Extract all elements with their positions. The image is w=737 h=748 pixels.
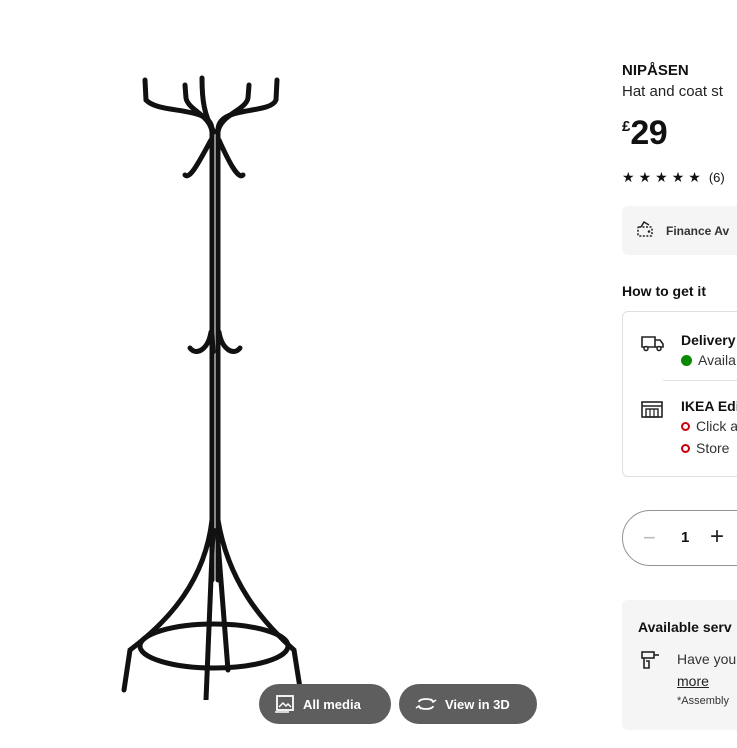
services-more-link[interactable]: more xyxy=(677,673,709,689)
wallet-icon xyxy=(636,220,656,241)
divider xyxy=(663,380,737,381)
product-image-coat-stand[interactable] xyxy=(100,60,320,700)
star-icon: ★ xyxy=(622,169,635,185)
store-icon xyxy=(641,400,663,423)
delivery-status: Availa xyxy=(681,352,736,368)
price-amount: 29 xyxy=(630,114,668,152)
services-title: Available serv xyxy=(638,619,732,635)
rating-stars[interactable]: ★ ★ ★ ★ ★ (6) xyxy=(622,169,725,185)
view-in-3d-button[interactable]: View in 3D xyxy=(399,684,537,724)
all-media-button[interactable]: All media xyxy=(259,684,391,724)
store-stock-text: Store xyxy=(696,440,730,456)
how-to-get-it-heading: How to get it xyxy=(622,283,706,299)
rating-count: (6) xyxy=(708,169,725,185)
increase-quantity-button[interactable]: + xyxy=(710,525,724,549)
star-icon: ★ xyxy=(671,169,685,185)
truck-icon xyxy=(641,334,665,357)
view-in-3d-label: View in 3D xyxy=(445,696,510,712)
finance-banner[interactable]: Finance Av xyxy=(622,206,737,255)
product-info: NIPÅSEN Hat and coat st £29 ★ ★ ★ ★ ★ (6… xyxy=(622,0,737,748)
image-gallery-icon xyxy=(275,695,295,713)
unavailable-dot xyxy=(681,421,690,431)
delivery-status-text: Availa xyxy=(698,352,736,368)
available-dot xyxy=(681,354,692,366)
finance-label: Finance Av xyxy=(666,223,730,238)
unavailable-dot xyxy=(681,443,690,453)
quantity-value[interactable]: 1 xyxy=(681,529,689,546)
star-icon: ★ xyxy=(655,169,668,185)
availability-box: Delivery Availa IKEA Edi Click a Store xyxy=(622,311,737,477)
product-price: £29 xyxy=(622,114,668,153)
delivery-title: Delivery xyxy=(681,332,736,348)
available-services-panel: Available serv Have you more *Assembly xyxy=(622,600,737,730)
quantity-stepper[interactable]: − 1 + xyxy=(622,510,737,566)
product-description: Hat and coat st xyxy=(622,83,723,100)
star-icon: ★ xyxy=(688,169,701,185)
decrease-quantity-button[interactable]: − xyxy=(643,527,656,549)
star-icon: ★ xyxy=(638,169,652,185)
store-stock-status: Store xyxy=(681,440,729,456)
services-text: Have you xyxy=(677,651,737,667)
store-title: IKEA Edi xyxy=(681,398,737,414)
rotate-3d-icon xyxy=(415,696,437,712)
services-assembly-note: *Assembly xyxy=(677,695,729,707)
all-media-label: All media xyxy=(303,696,361,712)
product-name: NIPÅSEN xyxy=(622,62,689,79)
product-media: All media View in 3D xyxy=(0,0,600,748)
click-collect-status: Click a xyxy=(681,418,737,434)
drill-icon xyxy=(640,650,660,675)
price-currency: £ xyxy=(622,118,631,135)
click-collect-text: Click a xyxy=(696,418,737,434)
